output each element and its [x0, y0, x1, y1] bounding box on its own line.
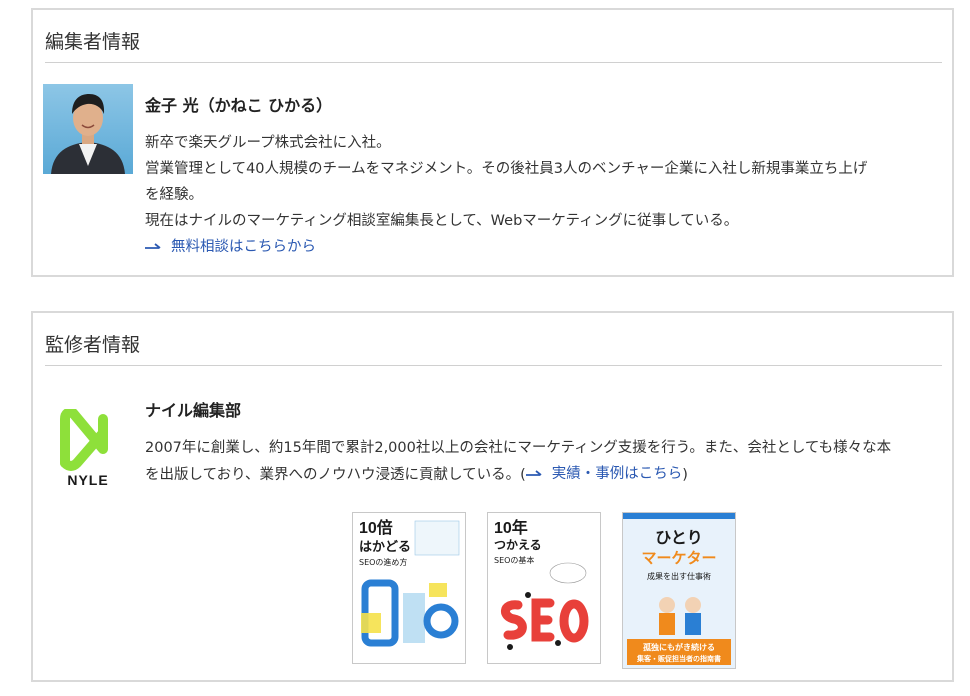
book-title-line: SEOの進め方 — [359, 557, 407, 567]
editor-bio-line: を経験。 — [145, 187, 203, 203]
editor-bio: 新卒で楽天グループ株式会社に入社。 営業管理として40人規模のチームをマネジメン… — [145, 130, 945, 261]
book-title-line: SEOの基本 — [494, 555, 534, 565]
editor-bio-line: 新卒で楽天グループ株式会社に入社。 — [145, 135, 391, 151]
book-banner-line: 集客・販促担当者の指南書 — [636, 654, 721, 663]
book-title-line: マーケター — [641, 549, 716, 567]
supervisor-name: ナイル編集部 — [145, 401, 242, 420]
supervisor-info-panel: 監修者情報 NYLE ナイル編集部 2007年に創業し、約15年間で累計2,00… — [31, 311, 954, 682]
book-title-line: はかどる — [359, 540, 411, 555]
book-title-line: 成果を出す仕事術 — [647, 571, 711, 581]
book-cover-seo-method[interactable]: 10倍 はかどる SEOの進め方 — [352, 512, 466, 664]
nyle-logo: NYLE — [55, 407, 121, 489]
book-cover-seo-basics[interactable]: 10年 つかえる SEOの基本 — [487, 512, 601, 664]
book-title-line: つかえる — [494, 538, 542, 552]
editor-info-panel: 編集者情報 金子 光（かねこ ひかる） 新卒で楽天グループ株式会社に入社。 営業… — [31, 8, 954, 277]
arrow-right-icon — [525, 470, 542, 476]
arrow-right-icon — [145, 243, 161, 249]
editor-bio-line: 営業管理として40人規模のチームをマネジメント。その後社員3人のベンチャー企業に… — [145, 161, 868, 177]
supervisor-description: 2007年に創業し、約15年間で累計2,000社以上の会社にマーケティング支援を… — [145, 435, 945, 488]
supervisor-description-line: 2007年に創業し、約15年間で累計2,000社以上の会社にマーケティング支援を… — [145, 440, 892, 456]
book-title-line: 10年 — [494, 518, 528, 537]
editor-name: 金子 光（かねこ ひかる） — [145, 96, 333, 115]
book-title-line: ひとり — [655, 528, 703, 547]
editor-section-title: 編集者情報 — [45, 24, 942, 63]
supervisor-description-suffix: ) — [682, 467, 688, 483]
nyle-logo-text: NYLE — [67, 472, 108, 488]
free-consultation-link-label: 無料相談はこちらから — [171, 239, 316, 255]
case-studies-link[interactable]: 実績・事例はこちら — [525, 461, 683, 487]
supervisor-description-line: を出版しており、業界へのノウハウ浸透に貢献している。( — [145, 467, 526, 483]
supervisor-section-title: 監修者情報 — [45, 327, 942, 366]
case-studies-link-label: 実績・事例はこちら — [551, 466, 683, 482]
book-cover-solo-marketer[interactable]: ひとり マーケター 成果を出す仕事術 孤独にもがき続ける 集客・販促担当者の指南… — [622, 512, 736, 669]
editor-avatar — [43, 84, 133, 174]
free-consultation-link[interactable]: 無料相談はこちらから — [145, 234, 316, 260]
book-title-line: 10倍 — [359, 518, 393, 537]
editor-bio-line: 現在はナイルのマーケティング相談室編集長として、Webマーケティングに従事してい… — [145, 213, 739, 229]
book-banner-line: 孤独にもがき続ける — [643, 642, 715, 652]
